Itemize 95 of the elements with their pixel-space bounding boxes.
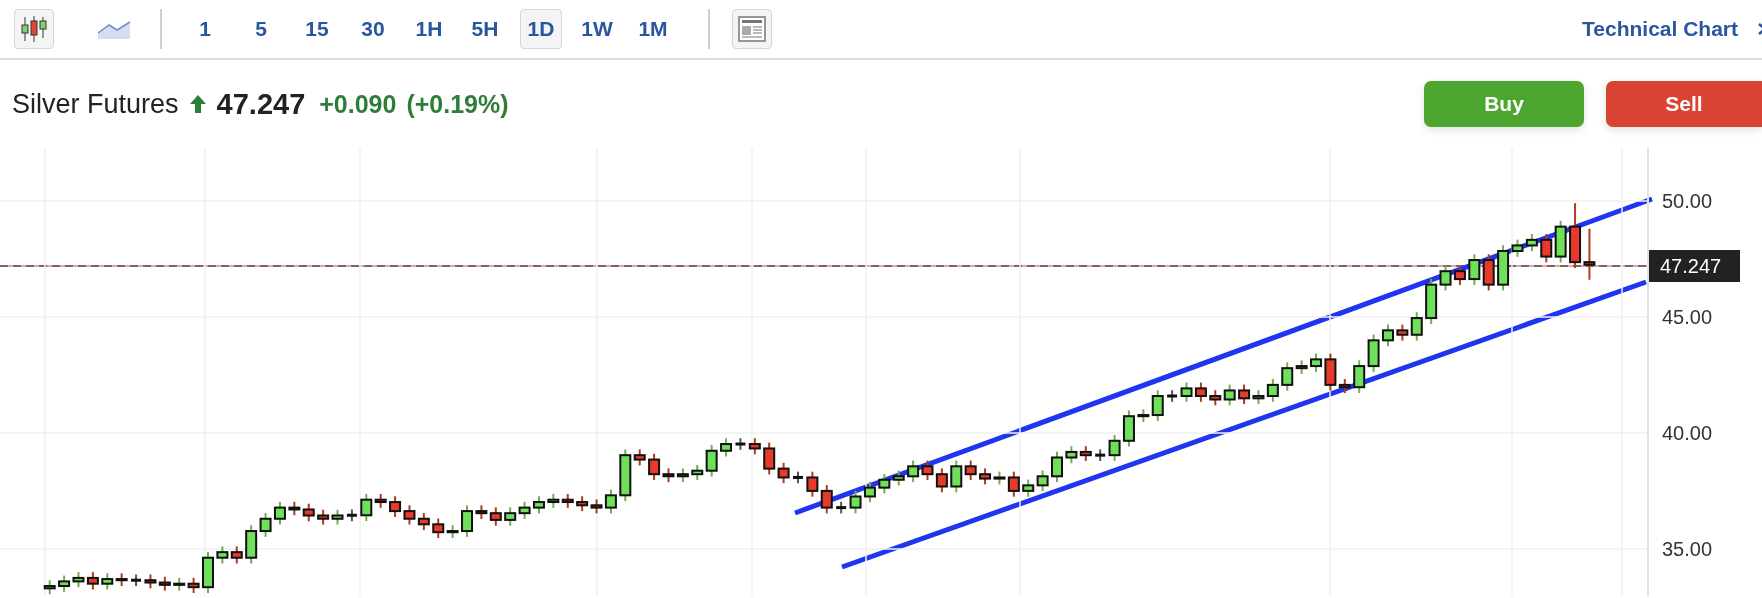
candlestick [173,576,186,592]
candlestick [1367,333,1380,373]
candlestick [58,574,71,593]
axis-label: 50.00 [1662,189,1713,212]
candlestick [676,467,689,484]
candlestick [101,572,114,591]
candlestick [735,437,746,451]
candlestick [1468,253,1481,286]
interval-tab[interactable]: 1 [184,9,226,49]
interval-tab[interactable]: 15 [296,9,338,49]
candlestick [1167,389,1178,403]
candlestick [907,459,920,484]
sell-button[interactable]: Sell [1606,81,1762,127]
candlestick [504,506,517,527]
candlestick [86,571,99,591]
candlestick [202,550,214,594]
candlestick [518,500,531,520]
candlestick [1095,448,1106,462]
candlestick [1238,383,1251,406]
candlestick [1122,409,1135,448]
candlestick [576,495,589,513]
candlestick [331,508,344,526]
candlestick [417,511,430,532]
candlestick [1051,450,1063,484]
candlestick [1353,359,1366,394]
candlestick [878,472,891,495]
interval-tab[interactable]: 1M [632,9,674,49]
candlestick [230,545,243,565]
candlestick [389,495,402,518]
candlestick [144,573,157,590]
candlestick [1482,253,1495,292]
candlestick [561,492,574,509]
candlestick [1453,264,1466,286]
candlestick [187,576,200,594]
axis-label: 35.00 [1662,537,1713,560]
candlestick [216,545,229,565]
candlestick [72,571,85,589]
candlestick [748,437,761,456]
candlestick [115,572,128,587]
interval-tab[interactable]: 30 [352,9,394,49]
candlestick [935,467,948,494]
candlestick [1180,381,1193,403]
candlestick [892,469,905,487]
candlestick [158,575,171,592]
last-price: 47.247 [216,87,306,121]
candlestick [1022,478,1035,498]
candlestick [461,504,473,538]
layout-button[interactable] [732,9,772,49]
percent-change: (+0.19%) [406,89,509,119]
interval-tab[interactable]: 1H [408,9,450,49]
candlestick [43,579,56,596]
candlestick [1583,227,1596,281]
interval-tab[interactable]: 5 [240,9,282,49]
interval-tab[interactable]: 1D [520,9,562,49]
candlestick [1209,389,1222,407]
axis-label: 40.00 [1662,421,1713,444]
candlestick [1223,383,1236,407]
candlestick [979,467,992,486]
instrument-name: Silver Futures [12,88,179,120]
layout-icon [738,16,766,42]
candlestick [1079,445,1092,462]
interval-tab[interactable]: 5H [464,9,506,49]
candlestick [1382,323,1394,348]
candlestick [288,500,301,517]
candlestick [820,484,833,515]
technical-chart-link[interactable]: Technical Chart [1582,17,1738,41]
candlestick [849,489,862,515]
up-arrow-icon [188,94,207,114]
candlestick [273,500,286,526]
candlestick [921,459,934,481]
candlestick [1194,381,1207,403]
candlestick-chart-button[interactable] [14,9,54,49]
candlestick [475,504,488,520]
candlestick [806,470,819,498]
candlestick [489,506,502,527]
interval-tab[interactable]: 1W [576,9,618,49]
axis-label: 45.00 [1662,305,1713,328]
candlestick [547,492,560,509]
candlestick [836,500,847,515]
candlestick [131,573,142,587]
candlestick [720,437,733,458]
candlestick [1065,445,1078,465]
price-tag: 47.247 [1648,250,1740,282]
candlestick [1036,469,1049,493]
candlestick [1108,434,1121,462]
candlestick [1569,202,1582,269]
candlestick [1525,233,1538,253]
candlestick [793,470,803,485]
candlestick [317,508,330,526]
price-change: +0.090 [319,89,397,119]
candlestick [302,502,315,523]
candlestick [403,504,416,526]
candlestick [532,495,545,515]
candlestick [863,480,876,504]
candlestick [346,508,357,523]
